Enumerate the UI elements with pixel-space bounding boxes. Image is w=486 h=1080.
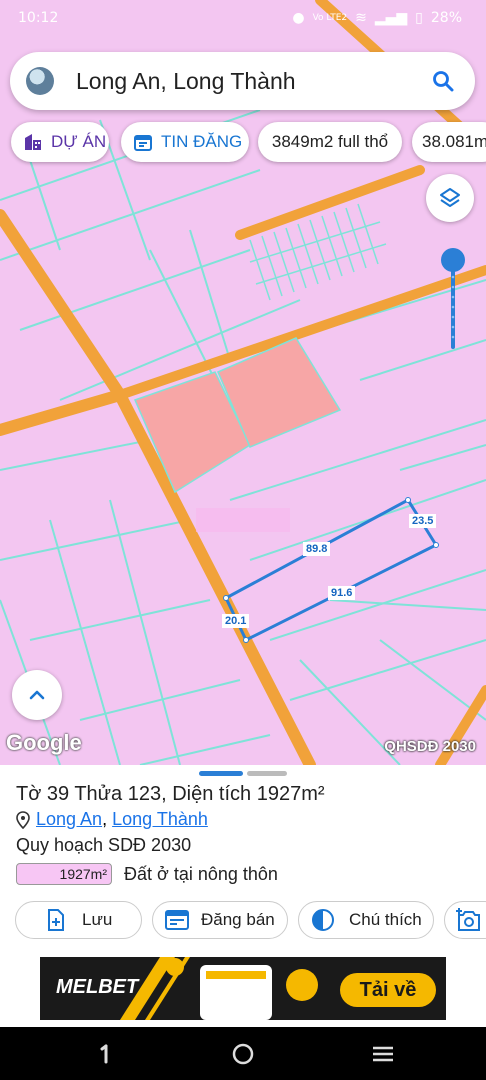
parcel-title: Tờ 39 Thửa 123, Diện tích 1927m² (16, 783, 325, 805)
add-photo-button[interactable] (444, 901, 486, 939)
pin-icon (16, 810, 30, 829)
legend-label: Chú thích (349, 910, 422, 929)
plan-title: Quy hoạch SDĐ 2030 (16, 835, 192, 855)
map-view[interactable]: 89.8 23.5 91.6 20.1 10:12 ● Vo LTE2 ≋ ▂▄… (0, 0, 486, 765)
filter-chips: DỰ ÁN TIN ĐĂNG 3849m2 full thổ 38.081m (0, 122, 486, 164)
chip-label: 38.081m (422, 132, 486, 151)
location-icon: ● (292, 10, 305, 26)
calendar-icon (165, 909, 189, 931)
land-use-type: Đất ở tại nông thôn (124, 863, 278, 884)
chip-label: TIN ĐĂNG (161, 132, 243, 151)
ad-download-button[interactable]: Tải về (340, 973, 436, 1007)
chip-saved-search[interactable]: 3849m2 full thổ (258, 122, 402, 162)
chip-label: 3849m2 full thổ (271, 132, 389, 151)
location-row: Long An, Long Thành (16, 809, 208, 830)
search-input[interactable]: Long An, Long Thành (76, 68, 421, 95)
search-bar[interactable]: Long An, Long Thành (10, 52, 475, 110)
recents-icon[interactable] (371, 1044, 395, 1064)
save-label: Lưu (82, 910, 113, 929)
land-use-legend: 1927m² Đất ở tại nông thôn (16, 863, 278, 885)
search-icon[interactable] (421, 59, 465, 103)
slider-handle[interactable] (441, 248, 465, 272)
chip-label: DỰ ÁN (51, 132, 107, 151)
chip-saved-search-2[interactable]: 38.081m (412, 122, 486, 162)
chip-tin-dang[interactable]: TIN ĐĂNG (121, 122, 249, 162)
location-separator: , (102, 809, 108, 829)
province-link[interactable]: Long An (36, 809, 102, 829)
contrast-icon (311, 908, 335, 932)
add-file-icon (46, 909, 66, 931)
measure-left: 20.1 (222, 614, 250, 628)
ad-banner[interactable]: MELBET Tải về (40, 957, 446, 1020)
battery-icon: ▯ (415, 10, 423, 26)
back-icon[interactable] (100, 1043, 110, 1065)
network-label: Vo LTE2 (312, 13, 348, 23)
action-bar: Lưu Đăng bán Chú thích (0, 901, 486, 941)
layers-icon (438, 186, 462, 210)
expand-up-button[interactable] (12, 670, 62, 720)
building-icon (23, 132, 43, 152)
district-link[interactable]: Long Thành (112, 809, 208, 829)
chevron-up-icon (26, 684, 48, 706)
signal-icon: ▂▄▆ (374, 10, 408, 26)
measure-bottom: 91.6 (328, 586, 356, 600)
google-logo: Google (6, 730, 82, 755)
system-nav-bar (0, 1027, 486, 1080)
add-photo-icon (455, 907, 483, 933)
post-label: Đăng bán (201, 910, 275, 929)
chip-du-an[interactable]: DỰ ÁN (11, 122, 109, 162)
home-icon[interactable] (231, 1042, 255, 1066)
sheet-handle-inactive[interactable] (247, 771, 287, 776)
parcel-info-sheet: Tờ 39 Thửa 123, Diện tích 1927m² Long An… (0, 765, 486, 950)
map-canvas[interactable] (0, 0, 486, 765)
legend-button[interactable]: Chú thích (298, 901, 434, 939)
calendar-icon (133, 132, 153, 152)
battery-level: 28% (430, 10, 462, 26)
status-bar: 10:12 ● Vo LTE2 ≋ ▂▄▆ ▯ 28% (0, 8, 486, 34)
opacity-slider[interactable] (440, 247, 468, 357)
wifi-icon: ≋ (355, 10, 367, 26)
measure-right: 23.5 (409, 514, 437, 528)
measure-top: 89.8 (303, 542, 331, 556)
status-time: 10:12 (18, 10, 59, 26)
ad-brand: MELBET (56, 976, 139, 998)
post-for-sale-button[interactable]: Đăng bán (152, 901, 288, 939)
land-use-swatch: 1927m² (16, 863, 112, 885)
save-button[interactable]: Lưu (15, 901, 142, 939)
plan-layer-label: QHSDĐ 2030 (384, 738, 476, 755)
avatar[interactable] (26, 67, 54, 95)
sheet-handle-active[interactable] (199, 771, 243, 776)
layers-button[interactable] (426, 174, 474, 222)
